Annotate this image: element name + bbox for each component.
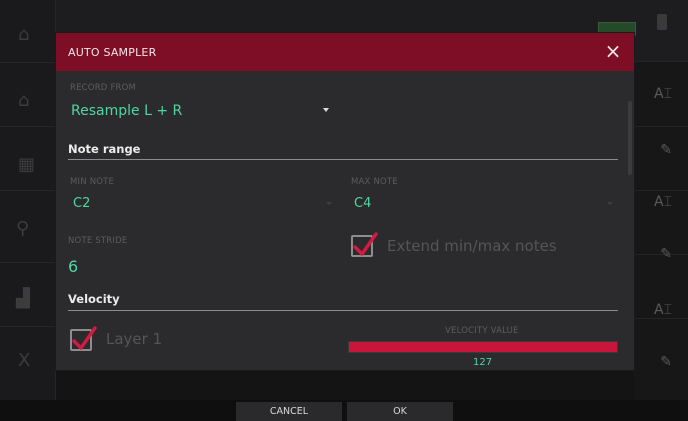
velocity-value-label: VELOCITY VALUE	[445, 326, 519, 336]
layer1-label: Layer 1	[106, 330, 163, 348]
min-note-value: C2	[73, 196, 91, 211]
max-note-label: MAX NOTE	[351, 177, 398, 187]
note-stride-label: NOTE STRIDE	[68, 236, 128, 246]
min-note-label: MIN NOTE	[70, 177, 115, 187]
chevron-down-icon	[326, 202, 332, 205]
velocity-divider	[68, 310, 618, 311]
pencil-icon: ✎	[660, 354, 672, 370]
checkmark-icon	[72, 326, 97, 350]
chevron-down-icon	[323, 108, 329, 112]
search-icon: ⚲	[16, 218, 30, 239]
level-icon: ▟	[16, 288, 30, 309]
dialog-body: RECORD FROM Resample L + R Note range MI…	[56, 71, 634, 370]
background-right-column: A⌶ ✎ A⌶ ✎ A⌶ ✎	[634, 62, 688, 400]
grid-icon: ▦	[18, 154, 36, 175]
cancel-button[interactable]: CANCEL	[236, 402, 342, 421]
extend-notes-label: Extend min/max notes	[387, 237, 557, 255]
velocity-slider[interactable]	[348, 341, 618, 353]
auto-sampler-dialog: AUTO SAMPLER × RECORD FROM Resample L + …	[56, 33, 634, 370]
max-note-value: C4	[354, 196, 372, 211]
pencil-icon: ✎	[660, 142, 672, 158]
note-range-divider	[68, 159, 618, 160]
note-range-heading: Note range	[68, 142, 141, 156]
background-sidebar: ⌂ ⌂ ▦ ⚲ ▟ X	[0, 0, 56, 400]
chevron-down-icon	[607, 202, 613, 205]
note-stride-field[interactable]: 6	[66, 253, 126, 279]
pencil-icon: ✎	[660, 246, 672, 262]
extend-notes-checkbox[interactable]	[351, 232, 378, 257]
record-from-value: Resample L + R	[71, 103, 183, 119]
checkmark-icon	[353, 232, 378, 256]
max-note-field[interactable]: C4	[349, 193, 613, 215]
text-edit-icon: A⌶	[654, 302, 672, 318]
close-button[interactable]: ×	[603, 39, 623, 63]
text-edit-icon: A⌶	[654, 86, 672, 102]
dialog-title: AUTO SAMPLER	[68, 45, 157, 59]
velocity-slider-fill	[349, 342, 617, 352]
scrollbar[interactable]	[628, 101, 632, 175]
note-stride-value: 6	[68, 257, 79, 276]
xy-icon: X	[18, 350, 31, 371]
ok-button[interactable]: OK	[347, 402, 453, 421]
velocity-heading: Velocity	[68, 292, 120, 306]
status-badge	[657, 14, 667, 30]
record-from-select[interactable]: Resample L + R	[68, 99, 330, 121]
bottom-bar	[0, 400, 688, 421]
text-edit-icon: A⌶	[654, 194, 672, 210]
record-from-label: RECORD FROM	[70, 83, 137, 93]
min-note-field[interactable]: C2	[68, 193, 332, 215]
layer1-checkbox[interactable]	[70, 326, 97, 351]
home-icon: ⌂	[18, 90, 30, 111]
close-icon: ×	[604, 39, 622, 63]
dialog-header: AUTO SAMPLER ×	[56, 33, 634, 71]
velocity-value: 127	[473, 357, 493, 368]
home-icon: ⌂	[18, 24, 30, 45]
